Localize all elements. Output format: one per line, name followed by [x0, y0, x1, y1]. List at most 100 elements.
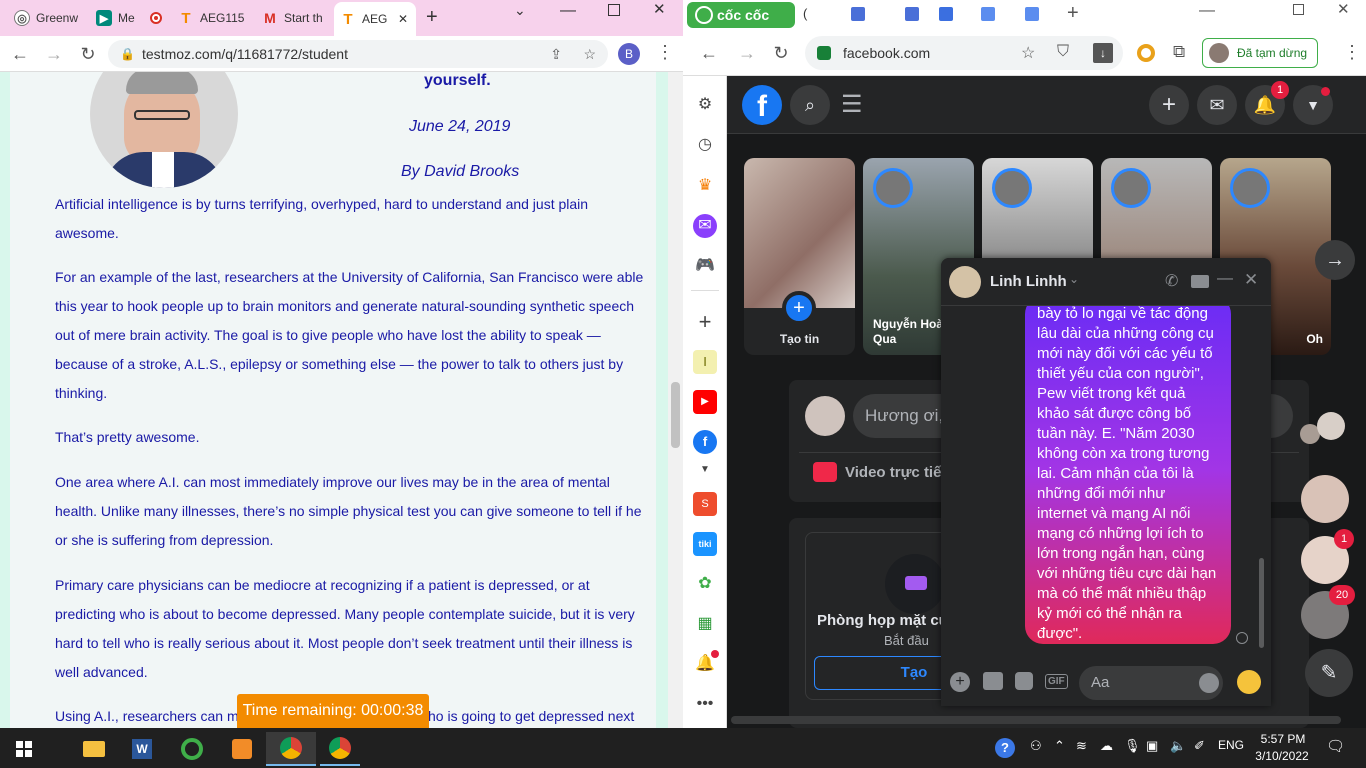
shopee-icon[interactable]: S — [693, 492, 717, 516]
language-indicator[interactable]: ENG — [1218, 738, 1244, 752]
chevron-up-icon[interactable]: ⌃ — [1054, 738, 1065, 754]
facebook-icon[interactable]: f — [693, 430, 717, 454]
minimize-icon[interactable]: — — [1199, 2, 1215, 20]
sheet-icon[interactable]: ▦ — [693, 612, 717, 636]
reload-icon[interactable]: ↻ — [769, 41, 793, 65]
notification-center-icon[interactable]: 🗨 — [1326, 737, 1345, 755]
image-icon[interactable] — [983, 672, 1003, 690]
maximize-icon[interactable] — [1293, 4, 1304, 15]
puzzle-icon[interactable]: ⧉ — [1173, 42, 1185, 62]
coccoc-extension-icon[interactable]: ✿ — [693, 572, 717, 596]
notes-icon[interactable]: I — [693, 350, 717, 374]
new-tab-icon[interactable]: + — [426, 6, 438, 29]
tab-greenwich[interactable]: ◎ Greenw — [8, 4, 86, 32]
coccoc-app-icon[interactable] — [172, 732, 212, 766]
chrome-app-icon[interactable] — [266, 732, 316, 766]
plus-icon[interactable]: + — [950, 672, 970, 692]
pdf-app-icon[interactable] — [222, 732, 262, 766]
tab-aeg115[interactable]: T AEG115 — [172, 4, 254, 32]
address-bar[interactable]: facebook.com — [805, 36, 1123, 70]
minimize-chat-icon[interactable]: — — [1217, 270, 1233, 288]
coccoc-extension-icon[interactable] — [1137, 44, 1155, 62]
shield-icon[interactable]: ⛉ — [1057, 43, 1069, 61]
gif-icon[interactable]: GIF — [1045, 674, 1068, 689]
contact-avatar[interactable] — [1301, 475, 1349, 523]
file-explorer-icon[interactable] — [74, 732, 114, 766]
tab-loading[interactable]: ( — [803, 6, 807, 21]
reload-icon[interactable]: ↻ — [76, 42, 100, 66]
back-icon[interactable]: ← — [8, 42, 32, 66]
tab-docs-icon[interactable] — [939, 7, 953, 21]
history-icon[interactable]: ◷ — [693, 133, 717, 157]
cloud-icon[interactable]: ☁ — [1100, 738, 1113, 754]
new-tab-icon[interactable]: + — [1067, 2, 1079, 25]
sticker-icon[interactable] — [1015, 672, 1033, 690]
tab-aeg-active[interactable]: T AEG ✕ — [334, 2, 416, 36]
profile-avatar[interactable]: B — [618, 43, 640, 65]
star-icon[interactable]: ☆ — [583, 40, 596, 68]
chat-scrollbar-thumb[interactable] — [1259, 558, 1264, 648]
close-tab-icon[interactable]: ✕ — [398, 12, 408, 26]
tab-gmail[interactable]: M Start th — [256, 4, 334, 32]
volume-icon[interactable]: 🔈 — [1170, 738, 1186, 754]
clock-date[interactable]: 3/10/2022 — [1254, 749, 1310, 763]
chevron-down-icon[interactable]: ⌄ — [514, 2, 526, 19]
avatar[interactable] — [1317, 412, 1345, 440]
facebook-logo-icon[interactable]: f — [742, 85, 782, 125]
left-scrollbar-thumb[interactable] — [671, 382, 680, 448]
stories-next-arrow[interactable]: → — [1315, 240, 1355, 280]
messenger-icon[interactable]: ✉ — [1197, 85, 1237, 125]
share-icon[interactable]: ⇪ — [550, 40, 562, 68]
network-icon[interactable]: ▣ — [1146, 738, 1158, 754]
menu-icon[interactable]: ⋮ — [656, 42, 674, 63]
tiki-icon[interactable]: tiki — [693, 532, 717, 556]
people-icon[interactable]: ⚇ — [1030, 738, 1042, 754]
maximize-icon[interactable] — [608, 4, 620, 16]
help-icon[interactable]: ? — [995, 738, 1015, 758]
back-icon[interactable]: ← — [697, 41, 721, 65]
hamburger-menu-icon[interactable]: ☰ — [841, 90, 863, 119]
coccoc-brand[interactable]: cốc cốc — [687, 2, 795, 28]
chevron-down-icon[interactable]: ▼ — [693, 458, 717, 482]
emoji-icon[interactable] — [1199, 673, 1219, 693]
close-window-icon[interactable]: ✕ — [653, 0, 666, 18]
chrome-app-icon[interactable] — [320, 732, 360, 766]
gear-icon[interactable]: ⚙ — [693, 93, 717, 117]
tab-contact-icon[interactable] — [851, 7, 865, 21]
gamepad-icon[interactable]: 🎮 — [693, 254, 717, 278]
tab-meet[interactable]: ▶ Me — [90, 4, 170, 32]
star-icon[interactable]: ☆ — [1021, 43, 1035, 63]
minimize-icon[interactable]: — — [560, 2, 576, 20]
video-call-icon[interactable] — [1191, 275, 1209, 288]
create-icon[interactable]: + — [1149, 85, 1189, 125]
add-icon[interactable]: + — [693, 310, 717, 334]
live-video-label[interactable]: Video trực tiếp — [845, 464, 951, 481]
windows-start-icon[interactable] — [4, 732, 44, 766]
tab-translate-icon[interactable] — [981, 7, 995, 21]
forward-icon[interactable]: → — [735, 41, 759, 65]
tab-translate-icon[interactable] — [1025, 7, 1039, 21]
chat-contact-name[interactable]: Linh Linhh — [990, 273, 1067, 290]
microphone-icon[interactable]: 🎙 — [1124, 738, 1141, 754]
clock-time[interactable]: 5:57 PM — [1258, 732, 1308, 746]
word-icon[interactable]: W — [122, 732, 162, 766]
reaction-emoji-icon[interactable] — [1237, 670, 1261, 694]
download-icon[interactable]: ↓ — [1093, 43, 1113, 63]
crown-icon[interactable]: ♛ — [693, 174, 717, 198]
phone-icon[interactable]: ✆ — [1165, 271, 1178, 291]
pen-icon[interactable]: ✐ — [1194, 738, 1205, 754]
messenger-icon[interactable]: ✉ — [693, 214, 717, 238]
new-message-icon[interactable]: ✎ — [1305, 649, 1353, 697]
close-chat-icon[interactable]: ✕ — [1244, 270, 1258, 290]
search-icon[interactable]: ⌕ — [790, 85, 830, 125]
forward-icon[interactable]: → — [42, 42, 66, 66]
chevron-down-icon[interactable]: ⌄ — [1069, 272, 1079, 286]
address-bar[interactable]: 🔒 testmoz.com/q/11681772/student ⇪ ☆ — [108, 40, 608, 68]
youtube-icon[interactable]: ▶ — [693, 390, 717, 414]
avatar[interactable] — [949, 266, 981, 298]
tab-contact-icon[interactable] — [905, 7, 919, 21]
paused-sync-button[interactable]: Đã tạm dừng — [1202, 38, 1318, 68]
more-icon[interactable]: ••• — [693, 692, 717, 716]
close-window-icon[interactable]: ✕ — [1337, 0, 1350, 18]
menu-icon[interactable]: ⋮ — [1343, 42, 1361, 63]
